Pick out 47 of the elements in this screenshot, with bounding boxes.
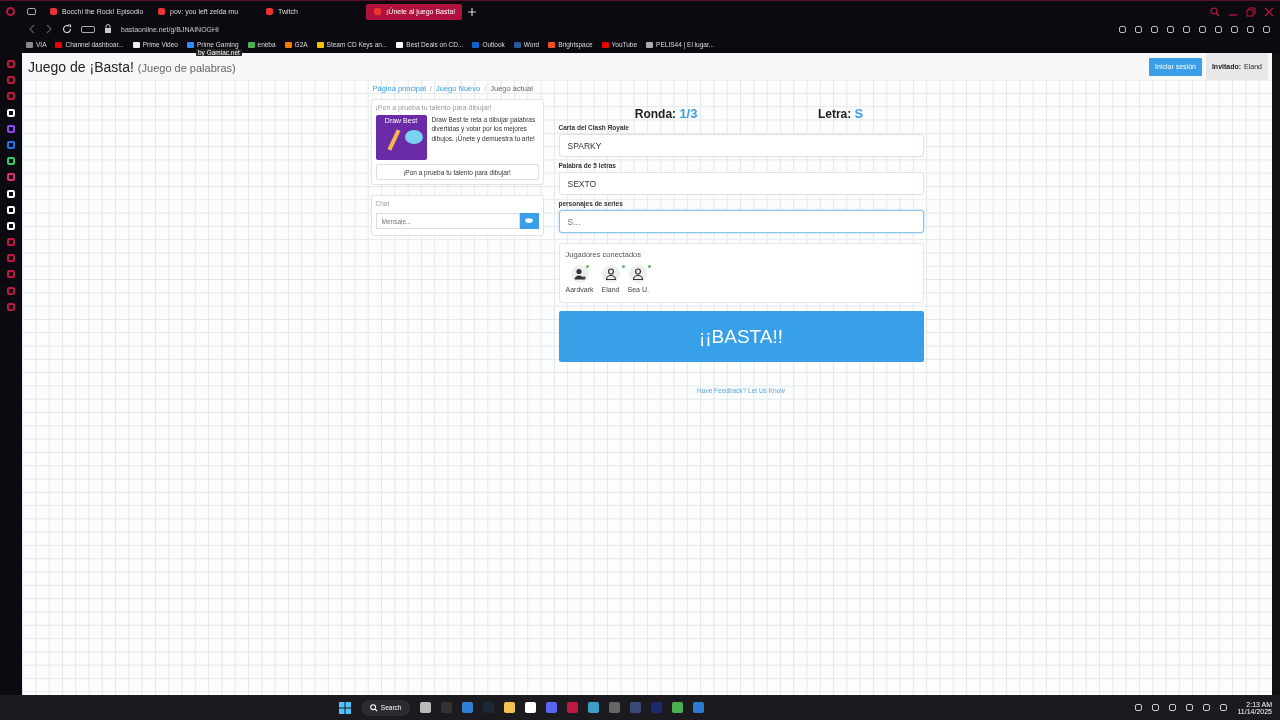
page-title: Juego de ¡Basta! xyxy=(28,58,134,75)
answer-field[interactable]: SEXTO xyxy=(558,172,924,195)
close-icon[interactable] xyxy=(1264,6,1274,17)
letter-value: S xyxy=(854,106,864,121)
answer-field[interactable]: S... xyxy=(558,210,924,233)
search-icon[interactable] xyxy=(1210,6,1220,17)
tray-icon[interactable] xyxy=(1186,704,1194,711)
lock-icon xyxy=(104,24,112,35)
tray-icon[interactable] xyxy=(1203,704,1211,711)
toolbar-icon[interactable] xyxy=(1263,25,1270,33)
tray-icon[interactable] xyxy=(1220,704,1228,711)
round-value: 1/3 xyxy=(679,106,698,121)
tab-overview-icon[interactable] xyxy=(27,8,36,16)
user-plus-icon xyxy=(570,265,589,283)
toolbar-icon[interactable] xyxy=(1247,25,1254,33)
new-tab-icon[interactable] xyxy=(468,7,476,16)
toolbar-icon[interactable] xyxy=(1231,25,1238,33)
round-label: Ronda: xyxy=(634,107,677,121)
taskbar-app-icon[interactable] xyxy=(504,702,516,713)
start-icon[interactable] xyxy=(338,701,351,714)
chat-bubble-icon xyxy=(525,218,533,224)
letter-label: Letra: xyxy=(817,107,852,121)
user-icon xyxy=(601,265,620,283)
tray-icon[interactable] xyxy=(1135,704,1143,711)
toolbar-icon[interactable] xyxy=(1119,25,1126,33)
taskbar-app-icon[interactable] xyxy=(525,702,537,713)
tray-icon[interactable] xyxy=(1169,704,1177,711)
taskbar-app-icon[interactable] xyxy=(672,702,684,713)
scrollbar[interactable] xyxy=(1272,53,1280,695)
answer-field[interactable]: SPARKY xyxy=(558,134,924,157)
search-icon xyxy=(369,703,378,712)
toolbar-icon[interactable] xyxy=(1135,25,1142,33)
taskbar-app-icon[interactable] xyxy=(588,702,600,713)
taskbar-app-icon[interactable] xyxy=(420,702,432,713)
toolbar-icon[interactable] xyxy=(1167,25,1174,33)
tray-icon[interactable] xyxy=(1152,704,1160,711)
toolbar-icon[interactable] xyxy=(1215,25,1222,33)
browser-logo-icon[interactable] xyxy=(6,7,15,17)
toolbar-icon[interactable] xyxy=(1183,25,1190,33)
user-icon xyxy=(629,265,648,283)
forward-icon[interactable] xyxy=(45,24,53,35)
toolbar-icon[interactable] xyxy=(1199,25,1206,33)
reload-icon[interactable] xyxy=(62,24,72,35)
page-subtitle: (Juego de palabras) xyxy=(137,61,236,74)
vpn-icon[interactable] xyxy=(81,25,95,33)
toolbar-icon[interactable] xyxy=(1151,25,1158,33)
back-icon[interactable] xyxy=(28,24,36,35)
